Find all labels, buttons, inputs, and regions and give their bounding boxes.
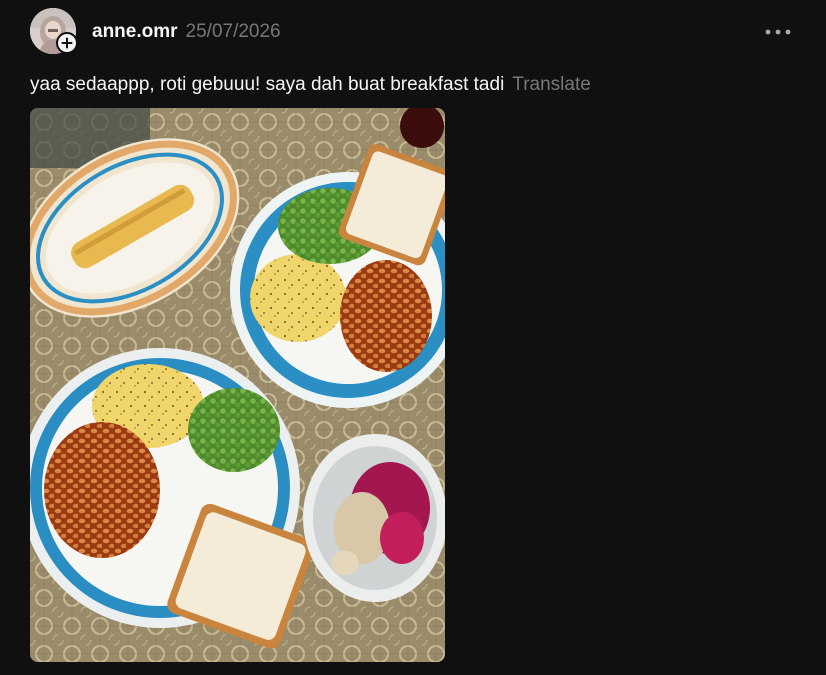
breakfast-photo [30,108,445,662]
username-link[interactable]: anne.omr [92,21,178,43]
more-options-button[interactable] [762,20,794,44]
post-caption: yaa sedaappp, roti gebuuu! saya dah buat… [30,74,591,96]
avatar-container[interactable] [30,8,78,54]
plus-icon [61,37,73,49]
translate-link[interactable]: Translate [512,74,591,95]
post-header: anne.omr 25/07/2026 [92,20,281,44]
caption-text: yaa sedaappp, roti gebuuu! saya dah buat… [30,74,505,95]
post: anne.omr 25/07/2026 yaa sedaappp, roti g… [0,0,826,675]
follow-button[interactable] [56,32,78,54]
post-photo[interactable] [30,108,445,662]
post-timestamp: 25/07/2026 [185,21,281,42]
more-horizontal-icon [765,29,791,35]
